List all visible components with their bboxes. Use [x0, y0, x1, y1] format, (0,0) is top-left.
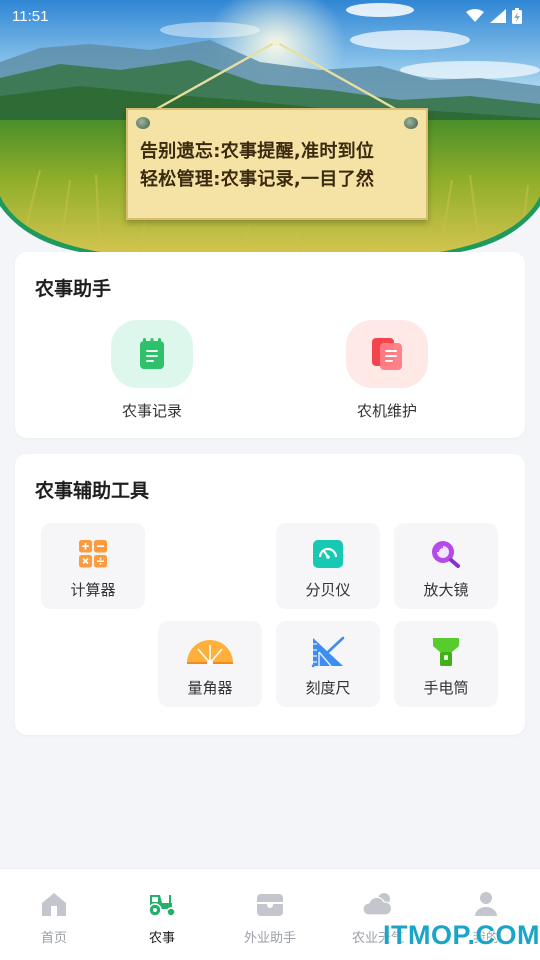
tab-field-assistant[interactable]: 外业助手 — [216, 889, 324, 946]
battery-icon — [512, 8, 522, 24]
tool-magnifier-label: 放大镜 — [423, 581, 469, 599]
protractor-icon — [187, 640, 233, 665]
sign-nail-right — [404, 117, 418, 129]
tool-protractor[interactable]: 量角器 — [158, 621, 262, 707]
status-time: 11:51 — [12, 7, 49, 25]
tool-ruler[interactable]: 刻度尺 — [276, 621, 380, 707]
farm-record-icon-bg — [111, 320, 193, 388]
hero-banner: 11:51 告别遗忘:农事提醒,准时到位 轻松管理:农事记录,一目了然 — [0, 0, 540, 252]
tool-ruler-label: 刻度尺 — [305, 679, 351, 697]
farm-tools-title: 农事辅助工具 — [35, 480, 150, 502]
farm-record-entry[interactable]: 农事记录 — [82, 320, 222, 421]
machine-maintenance-label: 农机维护 — [356, 402, 417, 420]
flashlight-icon — [433, 638, 459, 666]
machine-maintenance-entry[interactable]: 农机维护 — [317, 320, 457, 421]
status-icons — [466, 8, 522, 24]
tab-farming-label: 农事 — [148, 931, 175, 946]
tab-home-label: 首页 — [40, 931, 67, 946]
documents-icon — [372, 338, 402, 370]
machine-maintenance-icon-bg — [346, 320, 428, 388]
weather-icon — [363, 893, 393, 916]
farm-record-label: 农事记录 — [121, 402, 182, 420]
tool-flashlight-label: 手电筒 — [423, 679, 469, 697]
farm-assistant-title: 农事助手 — [35, 278, 112, 300]
tab-farming[interactable]: 农事 — [108, 889, 216, 946]
status-bar: 11:51 — [0, 0, 540, 32]
magnifier-icon — [432, 541, 460, 568]
tool-decibel-meter[interactable]: 分贝仪 — [276, 523, 380, 609]
tool-magnifier[interactable]: 放大镜 — [394, 523, 498, 609]
tab-home[interactable]: 首页 — [0, 889, 108, 946]
banner-signboard: 告别遗忘:农事提醒,准时到位 轻松管理:农事记录,一目了然 — [126, 108, 428, 220]
tab-field-assistant-label: 外业助手 — [243, 931, 296, 946]
site-watermark: ITMOP.COM — [383, 920, 540, 950]
calculator-icon — [79, 540, 107, 568]
farm-assistant-card: 农事助手 农事记录 农机维护 — [15, 252, 525, 438]
farm-tools-card: 农事辅助工具 计算器 分贝仪 放大镜 量角器 刻度尺 手电筒 — [15, 454, 525, 735]
tool-calculator-label: 计算器 — [70, 581, 116, 599]
wifi-icon — [466, 9, 484, 22]
banner-slogan-1: 告别遗忘:农事提醒,准时到位 — [140, 141, 375, 162]
decibel-meter-icon — [313, 540, 343, 568]
sign-nail-left — [136, 117, 150, 129]
field-kit-icon — [257, 894, 283, 916]
tool-flashlight[interactable]: 手电筒 — [394, 621, 498, 707]
home-icon — [42, 893, 66, 916]
tool-protractor-label: 量角器 — [187, 679, 233, 697]
cellular-signal-icon — [490, 9, 506, 23]
notebook-icon — [140, 338, 164, 369]
user-icon — [475, 892, 497, 916]
ruler-icon — [311, 636, 345, 668]
banner-slogan-2: 轻松管理:农事记录,一目了然 — [140, 169, 375, 190]
tool-calculator[interactable]: 计算器 — [41, 523, 145, 609]
tool-decibel-meter-label: 分贝仪 — [305, 581, 351, 599]
tractor-icon — [148, 895, 176, 917]
